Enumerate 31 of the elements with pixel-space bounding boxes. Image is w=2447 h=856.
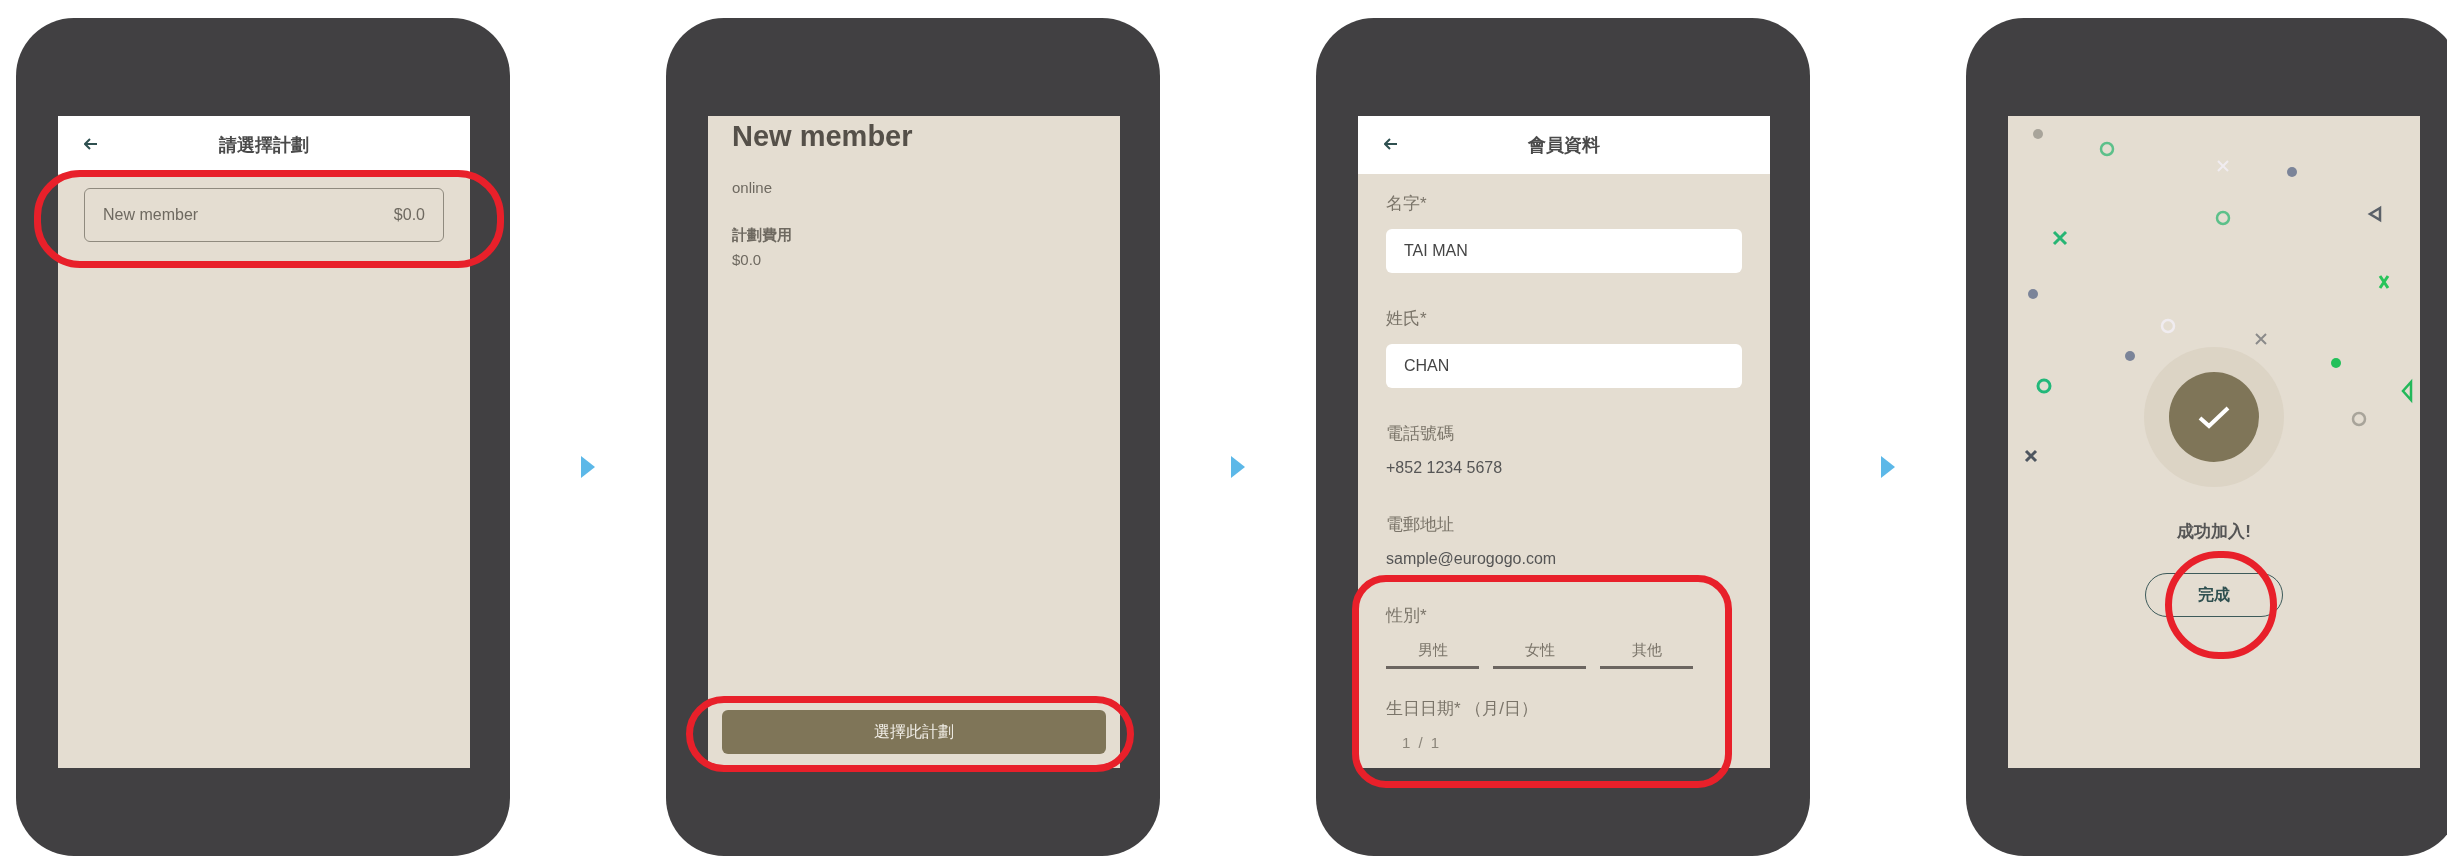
next-step-arrow-icon <box>1880 455 1896 479</box>
select-plan-button[interactable]: 選擇此計劃 <box>722 710 1106 754</box>
plan-description: online <box>732 179 774 196</box>
plan-title: New member <box>732 120 914 153</box>
field-label: 生日日期* （月/日） <box>1386 698 1540 720</box>
fee-label: 計劃費用 <box>732 226 793 245</box>
field-label: 姓氏* <box>1386 308 1428 330</box>
field-value: sample@eurogogo.com <box>1386 550 1558 568</box>
field-label: 電郵地址 <box>1386 514 1455 536</box>
input-field[interactable]: CHAN <box>1386 344 1742 388</box>
checkmark-icon <box>2197 405 2231 429</box>
field-value: +852 1234 5678 <box>1386 459 1504 477</box>
screen-title: 請選擇計劃 <box>218 134 310 157</box>
plan-name: New member <box>103 206 199 224</box>
success-message: 成功加入! <box>2177 521 2251 543</box>
gender-option[interactable]: 其他 <box>1600 641 1693 669</box>
gender-option[interactable]: 男性 <box>1386 641 1479 669</box>
gender-option[interactable]: 女性 <box>1493 641 1586 669</box>
fee-value: $0.0 <box>732 251 763 268</box>
next-step-arrow-icon <box>1230 455 1246 479</box>
screen-title: 會員資料 <box>1527 134 1601 157</box>
plan-option[interactable]: New member $0.0 <box>84 188 444 242</box>
back-arrow-icon[interactable] <box>1384 138 1398 150</box>
next-step-arrow-icon <box>580 455 596 479</box>
field-label: 性別* <box>1386 605 1428 627</box>
field-label: 名字* <box>1386 193 1428 215</box>
plan-price: $0.0 <box>393 206 425 224</box>
input-field[interactable]: TAI MAN <box>1386 229 1742 273</box>
field-label: 電話號碼 <box>1386 423 1455 445</box>
back-arrow-icon[interactable] <box>84 138 98 150</box>
date-value[interactable]: 1 / 1 <box>1386 734 1742 751</box>
